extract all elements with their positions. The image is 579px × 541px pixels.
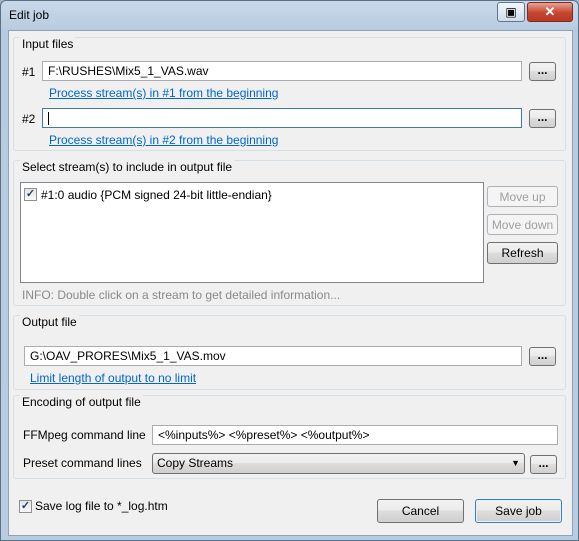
move-up-button[interactable]: Move up [487, 186, 558, 207]
streams-title: Select stream(s) to include in output fi… [20, 160, 235, 174]
preset-select-value: Copy Streams [157, 456, 234, 470]
preset-label: Preset command lines [23, 456, 142, 470]
dropdown-arrow-icon: ▼ [511, 458, 520, 468]
file1-process-link[interactable]: Process stream(s) in #1 from the beginni… [49, 86, 278, 100]
title-bar: Edit job ▣ ✕ [1, 1, 578, 29]
text-cursor [48, 112, 49, 126]
output-file-title: Output file [20, 315, 79, 329]
file1-label: #1 [22, 65, 36, 79]
file1-browse-button[interactable]: ... [529, 62, 556, 81]
refresh-button[interactable]: Refresh [487, 242, 558, 264]
limit-length-link[interactable]: Limit length of output to no limit [30, 371, 196, 385]
stream-label: #1:0 audio {PCM signed 24-bit little-end… [41, 188, 272, 202]
file2-browse-button[interactable]: ... [529, 109, 556, 128]
output-path-input[interactable]: G:\OAV_PRORES\Mix5_1_VAS.mov [24, 346, 522, 366]
output-browse-button[interactable]: ... [529, 347, 556, 366]
close-button[interactable]: ✕ [527, 2, 573, 22]
window-title: Edit job [9, 8, 50, 22]
edit-job-window: Edit job ▣ ✕ Input files #1 F:\RUSHES\Mi… [0, 0, 579, 541]
preset-browse-button[interactable]: ... [530, 455, 557, 474]
stream-list[interactable]: ✓ #1:0 audio {PCM signed 24-bit little-e… [20, 182, 484, 283]
input-files-title: Input files [20, 37, 76, 51]
ffmpeg-label: FFMpeg command line [23, 428, 146, 442]
file1-path-input[interactable]: F:\RUSHES\Mix5_1_VAS.wav [42, 61, 522, 81]
encoding-title: Encoding of output file [20, 395, 143, 409]
restore-icon: ▣ [505, 5, 517, 19]
preset-select[interactable]: Copy Streams ▼ [152, 453, 525, 474]
file2-process-link[interactable]: Process stream(s) in #2 from the beginni… [49, 133, 278, 147]
save-job-button[interactable]: Save job [475, 499, 562, 523]
move-down-button[interactable]: Move down [487, 214, 558, 235]
ffmpeg-command-input[interactable]: <%inputs%> <%preset%> <%output%> [152, 425, 558, 445]
cancel-button[interactable]: Cancel [377, 499, 464, 523]
close-icon: ✕ [544, 4, 556, 19]
file2-label: #2 [22, 112, 36, 126]
save-log-label[interactable]: Save log file to *_log.htm [35, 499, 168, 513]
file2-path-input[interactable] [42, 108, 522, 128]
save-log-checkbox[interactable]: ✓ [19, 500, 32, 513]
stream-list-item[interactable]: ✓ #1:0 audio {PCM signed 24-bit little-e… [24, 187, 479, 203]
restore-button[interactable]: ▣ [497, 2, 525, 22]
dialog-client-area: Input files #1 F:\RUSHES\Mix5_1_VAS.wav … [8, 30, 573, 536]
stream-info-text: INFO: Double click on a stream to get de… [22, 288, 341, 302]
stream-checkbox[interactable]: ✓ [24, 188, 37, 201]
